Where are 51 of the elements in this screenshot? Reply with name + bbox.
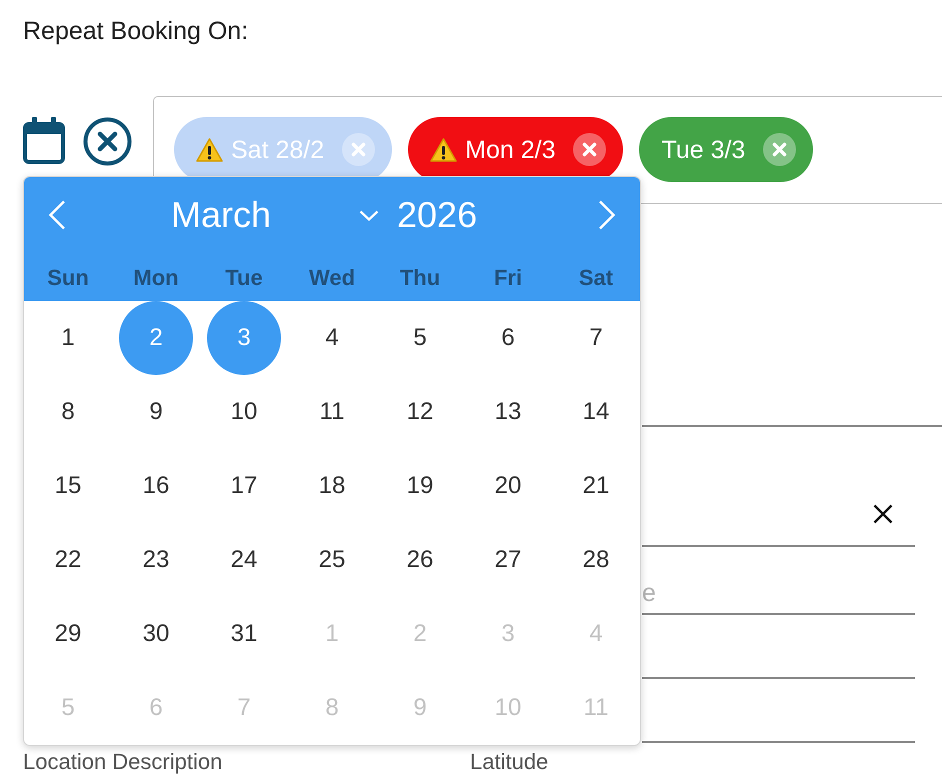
calendar-day[interactable]: 5 xyxy=(383,301,457,375)
calendar-day[interactable]: 10 xyxy=(207,375,281,449)
calendar-day[interactable]: 27 xyxy=(471,523,545,597)
calendar-day[interactable]: 20 xyxy=(471,449,545,523)
calendar-day[interactable]: 25 xyxy=(295,523,369,597)
calendar-day[interactable]: 30 xyxy=(119,597,193,671)
calendar-day[interactable]: 4 xyxy=(295,301,369,375)
chevron-down-icon xyxy=(359,210,379,220)
field-label: Location Description xyxy=(23,749,222,774)
calendar-day[interactable]: 26 xyxy=(383,523,457,597)
calendar-day[interactable]: 15 xyxy=(31,449,105,523)
weekday-label: Mon xyxy=(133,264,179,292)
calendar-day[interactable]: 7 xyxy=(559,301,633,375)
calendar-day[interactable]: 29 xyxy=(31,597,105,671)
weekday-label: Tue xyxy=(225,264,263,292)
calendar-day[interactable]: 21 xyxy=(559,449,633,523)
calendar-day[interactable]: 11 xyxy=(295,375,369,449)
calendar-day[interactable]: 17 xyxy=(207,449,281,523)
calendar-day[interactable]: 9 xyxy=(119,375,193,449)
calendar-day[interactable]: 28 xyxy=(559,523,633,597)
calendar-day[interactable]: 16 xyxy=(119,449,193,523)
calendar-day[interactable]: 13 xyxy=(471,375,545,449)
chevron-right-icon[interactable] xyxy=(598,200,616,230)
section-heading: Repeat Booking On: xyxy=(23,16,248,47)
remove-icon[interactable] xyxy=(763,133,796,166)
calendar-icon[interactable] xyxy=(23,117,65,164)
clear-icon[interactable] xyxy=(83,117,132,166)
calendar-day[interactable]: 8 xyxy=(31,375,105,449)
field-label: Latitude xyxy=(470,749,548,774)
close-icon[interactable] xyxy=(873,504,893,524)
calendar-day[interactable]: 1 xyxy=(31,301,105,375)
weekday-label: Wed xyxy=(308,264,356,292)
calendar-day[interactable]: 31 xyxy=(207,597,281,671)
chevron-left-icon[interactable] xyxy=(48,200,66,230)
weekday-label: Thu xyxy=(400,264,440,292)
calendar-day[interactable]: 18 xyxy=(295,449,369,523)
remove-icon[interactable] xyxy=(573,133,606,166)
weekday-label: Fri xyxy=(494,264,522,292)
calendar-day[interactable]: 12 xyxy=(383,375,457,449)
calendar-day[interactable]: 22 xyxy=(31,523,105,597)
weekday-label: Sun xyxy=(47,264,89,292)
text-field[interactable]: e xyxy=(642,547,915,615)
calendar-day[interactable]: 6 xyxy=(471,301,545,375)
chip-label: Mon 2/3 xyxy=(465,134,556,164)
chip-label: Sat 28/2 xyxy=(231,134,324,164)
calendar-day[interactable]: 14 xyxy=(559,375,633,449)
weekday-label: Sat xyxy=(578,264,614,292)
calendar-day[interactable]: 24 xyxy=(207,523,281,597)
chip-label: Tue 3/3 xyxy=(661,134,746,164)
calendar-day[interactable]: 19 xyxy=(383,449,457,523)
calendar-day[interactable]: 23 xyxy=(119,523,193,597)
